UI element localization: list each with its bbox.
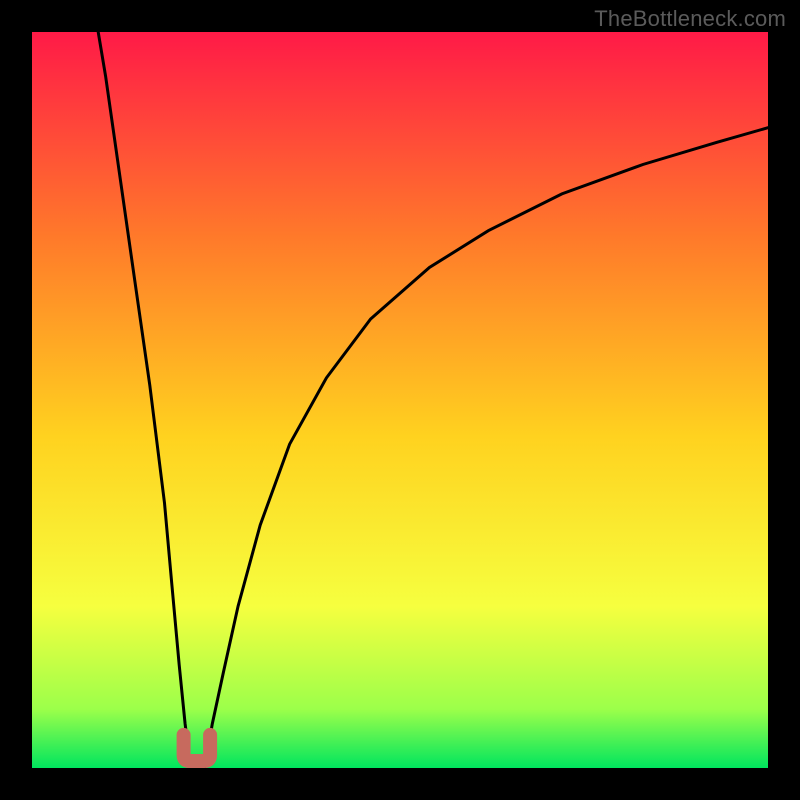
- black-frame: TheBottleneck.com: [0, 0, 800, 800]
- plot-area: [32, 32, 768, 768]
- gradient-background: [32, 32, 768, 768]
- chart-svg: [32, 32, 768, 768]
- watermark-text: TheBottleneck.com: [594, 6, 786, 32]
